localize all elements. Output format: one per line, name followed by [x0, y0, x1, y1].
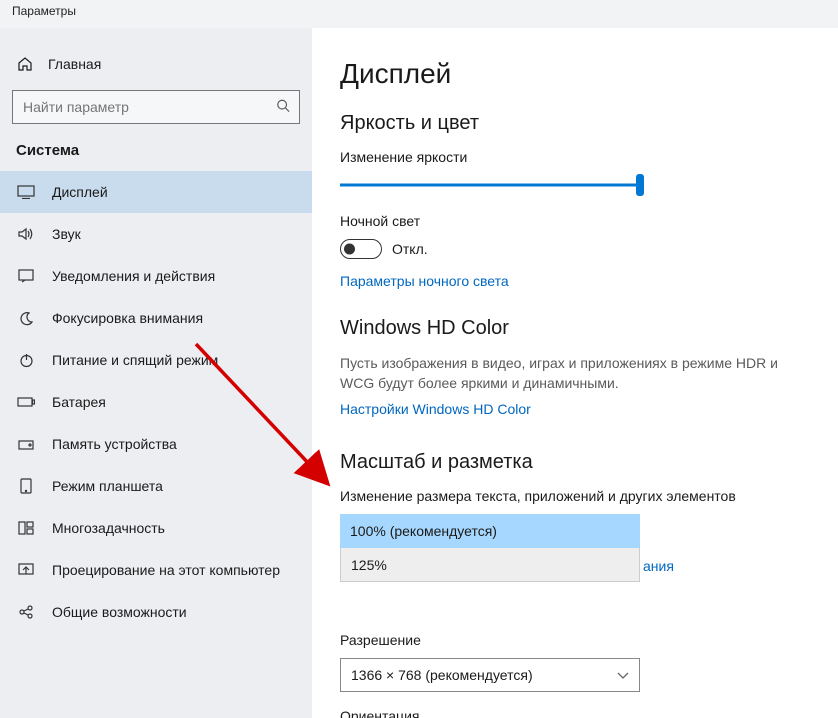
sidebar-item-label: Звук: [52, 226, 81, 242]
hdcolor-desc: Пусть изображения в видео, играх и прило…: [340, 354, 810, 393]
page-title: Дисплей: [340, 58, 810, 90]
scale-label: Изменение размера текста, приложений и д…: [340, 488, 810, 504]
scale-option-100[interactable]: 100% (рекомендуется): [340, 514, 640, 548]
display-icon: [16, 185, 36, 199]
scale-dropdown-open[interactable]: 100% (рекомендуется) 125% ания: [340, 514, 640, 582]
night-light-label: Ночной свет: [340, 213, 810, 229]
home-label: Главная: [48, 56, 101, 72]
orientation-label: Ориентация: [340, 708, 810, 718]
hdcolor-group-title: Windows HD Color: [340, 317, 810, 340]
main-panel: Дисплей Яркость и цвет Изменение яркости…: [312, 28, 838, 718]
window-titlebar: Параметры: [0, 0, 838, 28]
brightness-slider[interactable]: [340, 175, 640, 195]
sidebar-item-label: Многозадачность: [52, 520, 165, 536]
sidebar-item-label: Общие возможности: [52, 604, 187, 620]
toggle-state-label: Откл.: [392, 241, 428, 257]
sidebar-item-display[interactable]: Дисплей: [0, 171, 312, 213]
advanced-scale-link-fragment[interactable]: ания: [643, 558, 674, 574]
sidebar-item-notifications[interactable]: Уведомления и действия: [0, 255, 312, 297]
resolution-value: 1366 × 768 (рекомендуется): [351, 667, 533, 683]
toggle-knob: [344, 244, 355, 255]
sidebar-item-tablet[interactable]: Режим планшета: [0, 465, 312, 507]
notifications-icon: [16, 269, 36, 283]
multitask-icon: [16, 521, 36, 535]
sidebar-item-multitask[interactable]: Многозадачность: [0, 507, 312, 549]
scale-group-title: Масштаб и разметка: [340, 451, 810, 474]
home-icon: [16, 56, 34, 72]
sidebar: Главная Система Дисплей Звук: [0, 28, 312, 718]
sidebar-item-storage[interactable]: Память устройства: [0, 423, 312, 465]
sidebar-item-label: Режим планшета: [52, 478, 163, 494]
sidebar-item-label: Питание и спящий режим: [52, 352, 218, 368]
sidebar-item-label: Батарея: [52, 394, 106, 410]
sidebar-nav: Дисплей Звук Уведомления и действия Фоку…: [0, 171, 312, 633]
sidebar-item-battery[interactable]: Батарея: [0, 381, 312, 423]
shared-icon: [16, 605, 36, 619]
sidebar-item-label: Память устройства: [52, 436, 177, 452]
sidebar-item-label: Уведомления и действия: [52, 268, 215, 284]
hdcolor-link[interactable]: Настройки Windows HD Color: [340, 401, 531, 417]
storage-icon: [16, 438, 36, 450]
chevron-down-icon: [617, 667, 629, 683]
resolution-label: Разрешение: [340, 632, 810, 648]
sidebar-section-label: Система: [0, 142, 312, 171]
sidebar-item-shared[interactable]: Общие возможности: [0, 591, 312, 633]
brightness-slider-label: Изменение яркости: [340, 149, 810, 165]
home-button[interactable]: Главная: [0, 48, 312, 84]
slider-thumb[interactable]: [636, 174, 644, 196]
resolution-dropdown[interactable]: 1366 × 768 (рекомендуется): [340, 658, 640, 692]
window-title: Параметры: [12, 4, 76, 18]
sidebar-item-focus[interactable]: Фокусировка внимания: [0, 297, 312, 339]
scale-option-125[interactable]: 125%: [340, 548, 640, 582]
tablet-icon: [16, 478, 36, 494]
moon-icon: [16, 311, 36, 326]
night-light-settings-link[interactable]: Параметры ночного света: [340, 273, 509, 289]
search-input[interactable]: [12, 90, 300, 124]
slider-track: [340, 184, 640, 187]
night-light-toggle[interactable]: [340, 239, 382, 259]
sidebar-item-projecting[interactable]: Проецирование на этот компьютер: [0, 549, 312, 591]
project-icon: [16, 563, 36, 577]
sidebar-item-label: Фокусировка внимания: [52, 310, 203, 326]
search-box[interactable]: [12, 90, 300, 124]
sidebar-item-sound[interactable]: Звук: [0, 213, 312, 255]
battery-icon: [16, 397, 36, 407]
search-icon: [276, 99, 290, 116]
brightness-group-title: Яркость и цвет: [340, 112, 810, 135]
sound-icon: [16, 227, 36, 241]
power-icon: [16, 353, 36, 368]
sidebar-item-label: Проецирование на этот компьютер: [52, 562, 280, 578]
sidebar-item-power[interactable]: Питание и спящий режим: [0, 339, 312, 381]
sidebar-item-label: Дисплей: [52, 184, 108, 200]
